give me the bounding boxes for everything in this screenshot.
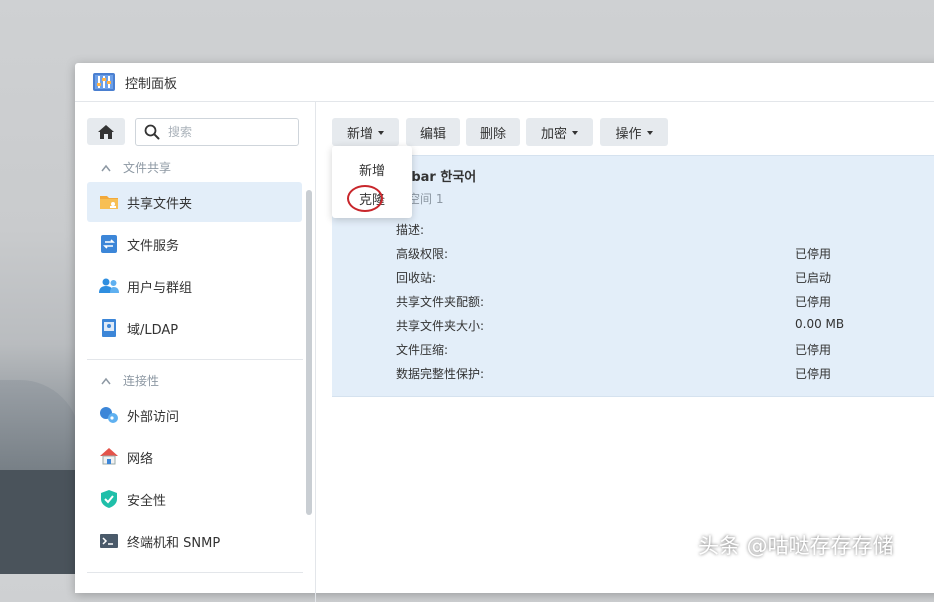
sidebar-item-terminal-snmp[interactable]: 终端机和 SNMP	[87, 521, 302, 561]
sidebar-item-label: 终端机和 SNMP	[127, 535, 221, 551]
sidebar-item-security[interactable]: 安全性	[87, 479, 302, 519]
search-input[interactable]	[168, 123, 288, 141]
home-button[interactable]	[87, 118, 125, 145]
sidebar-item-label: 外部访问	[127, 409, 180, 425]
external-access-icon	[99, 405, 119, 425]
section-header-file-sharing[interactable]: 文件共享	[101, 159, 171, 176]
menu-item-create[interactable]: 新增	[332, 156, 412, 182]
search-box[interactable]	[135, 118, 299, 146]
sidebar-item-label: 域/LDAP	[127, 322, 179, 338]
property-value: 已启动	[795, 271, 832, 285]
sidebar-item-label: 文件服务	[127, 238, 180, 254]
sidebar-item-shared-folder[interactable]: 共享文件夹	[87, 182, 302, 222]
sidebar-item-file-services[interactable]: 文件服务	[87, 224, 302, 264]
control-panel-app-icon	[93, 71, 115, 93]
sidebar-scrollbar[interactable]	[306, 190, 312, 515]
home-icon	[98, 124, 114, 139]
window-title: 控制面板	[125, 76, 178, 92]
caret-down-icon	[378, 131, 384, 135]
delete-button[interactable]: 删除	[466, 118, 520, 146]
property-value: 已停用	[795, 247, 832, 261]
property-value: 已停用	[795, 295, 832, 309]
domain-icon	[99, 318, 119, 338]
sidebar: 文件共享 共享文件夹 文件服务	[75, 102, 316, 602]
edit-button[interactable]: 编辑	[406, 118, 460, 146]
delete-button-label: 删除	[479, 126, 506, 142]
action-button[interactable]: 操作	[600, 118, 668, 146]
title-bar: 控制面板	[75, 63, 934, 102]
sidebar-item-domain-ldap[interactable]: 域/LDAP	[87, 308, 302, 348]
sidebar-item-label: 安全性	[127, 493, 167, 509]
chevron-up-icon	[101, 377, 111, 384]
edit-button-label: 编辑	[419, 126, 446, 142]
users-icon	[99, 276, 119, 296]
control-panel-window: 控制面板 文件共享	[75, 63, 934, 602]
create-button[interactable]: 新增	[332, 118, 399, 146]
divider	[87, 359, 303, 360]
annotation-circle	[347, 185, 383, 212]
shared-folder-details[interactable]: orbar 한국어 储空间 1 描述: 高级权限: 已停用 回收站: 已启动 共…	[332, 155, 934, 397]
property-label: 文件压缩:	[396, 343, 449, 357]
property-label: 共享文件夹大小:	[396, 319, 485, 333]
search-icon	[144, 124, 160, 140]
encrypt-button[interactable]: 加密	[526, 118, 593, 146]
sidebar-item-label: 网络	[127, 451, 154, 467]
terminal-icon	[99, 531, 119, 551]
watermark: 头条 @咕哒存存存储	[698, 534, 894, 558]
sidebar-item-label: 用户与群组	[127, 280, 193, 296]
sidebar-item-network[interactable]: 网络	[87, 437, 302, 477]
security-shield-icon	[99, 489, 119, 509]
property-value: 已停用	[795, 343, 832, 357]
create-dropdown-menu: 新增 克隆	[332, 146, 412, 218]
file-services-icon	[99, 234, 119, 254]
property-value: 0.00 MB	[795, 317, 845, 331]
action-button-label: 操作	[615, 126, 642, 142]
property-label: 共享文件夹配额:	[396, 295, 485, 309]
sidebar-item-users-groups[interactable]: 用户与群组	[87, 266, 302, 306]
property-label: 描述:	[396, 223, 425, 237]
background-ground	[0, 470, 80, 574]
caret-down-icon	[572, 131, 578, 135]
property-label: 回收站:	[396, 271, 437, 285]
chevron-up-icon	[101, 164, 111, 171]
network-icon	[99, 447, 119, 467]
folder-share-icon	[99, 192, 119, 212]
caret-down-icon	[646, 131, 653, 135]
create-button-label: 新增	[346, 126, 373, 142]
main-content: 新增 编辑 删除 加密 操作 orbar 한국어 储空间 1 描述: 高级权限:…	[316, 102, 934, 602]
sidebar-item-label: 共享文件夹	[127, 196, 193, 212]
section-title: 连接性	[123, 374, 160, 388]
section-title: 文件共享	[123, 161, 172, 175]
property-label: 高级权限:	[396, 247, 449, 261]
property-label: 数据完整性保护:	[396, 367, 485, 381]
encrypt-button-label: 加密	[540, 126, 567, 142]
section-header-connectivity[interactable]: 连接性	[101, 372, 159, 389]
property-value: 已停用	[795, 367, 832, 381]
divider	[87, 572, 303, 573]
sidebar-item-external-access[interactable]: 外部访问	[87, 395, 302, 435]
